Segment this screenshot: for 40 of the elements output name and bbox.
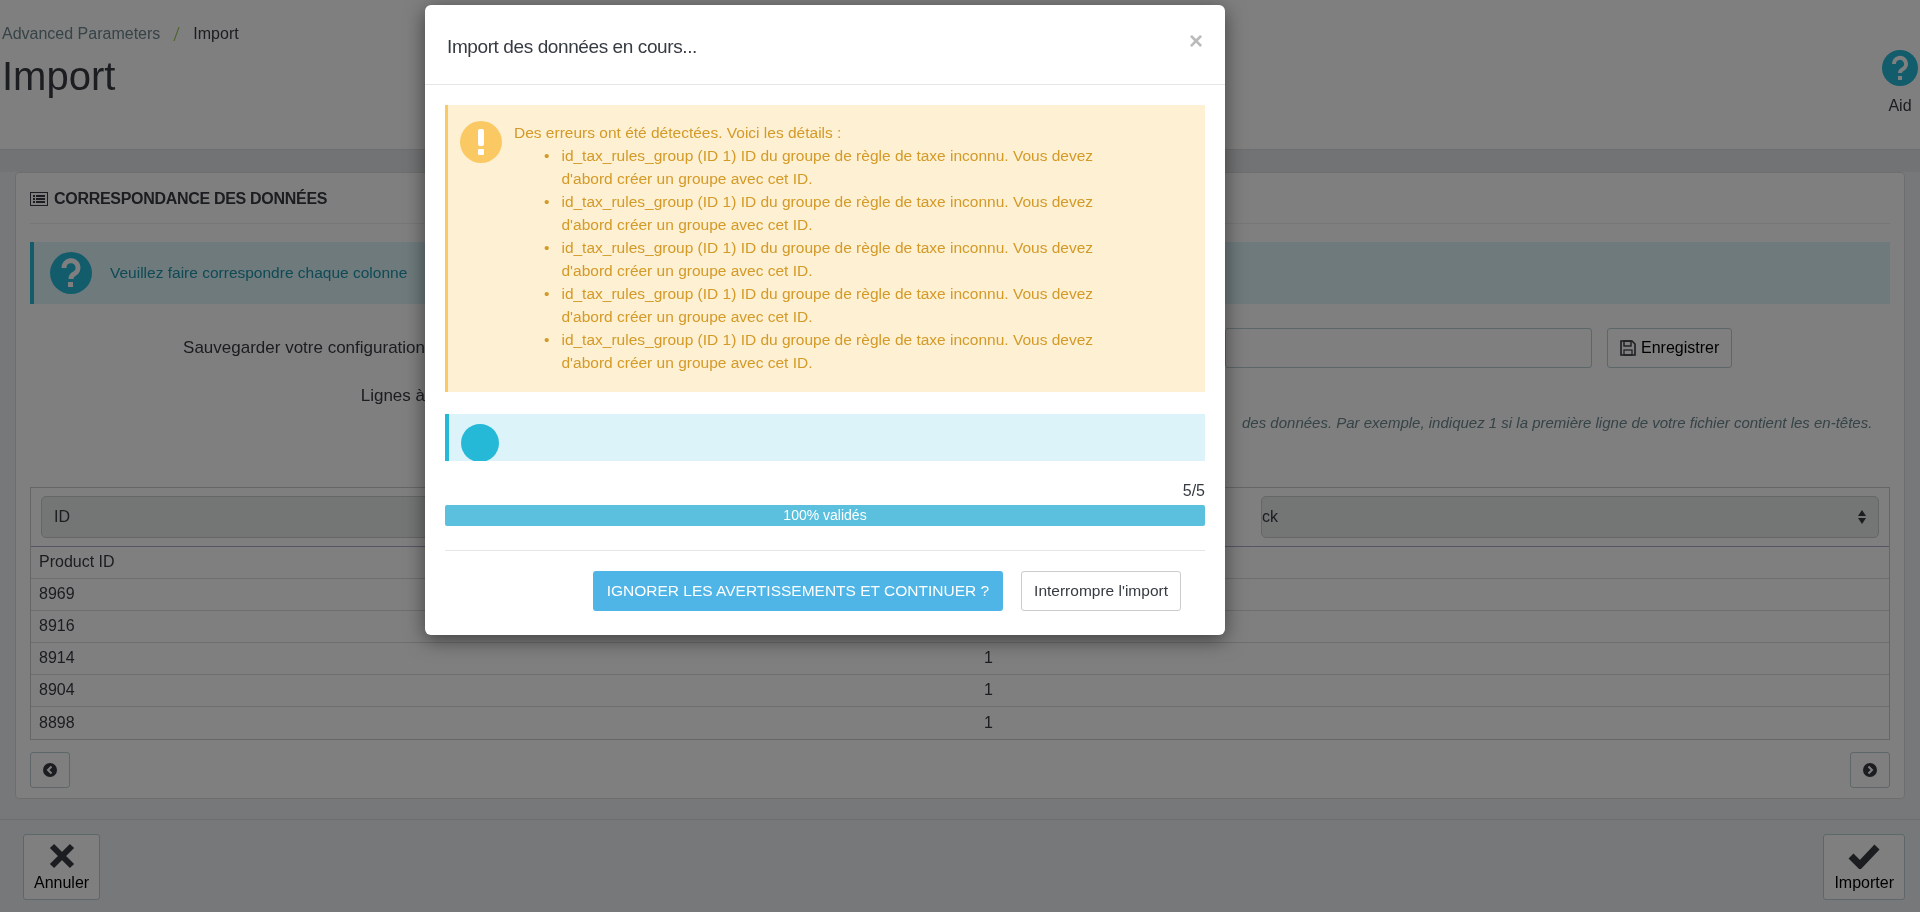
error-item: id_tax_rules_group (ID 1) ID du groupe de règle de taxe inconnu. Vous devez d'abord créer un groupe avec cet ID. xyxy=(561,145,1095,189)
table-cell-text: 1 xyxy=(984,648,993,668)
error-item: id_tax_rules_group (ID 1) ID du groupe de règle de taxe inconnu. Vous devez d'abord créer un groupe avec cet ID. xyxy=(561,329,1095,373)
import-button[interactable]: Importer xyxy=(1823,833,1905,900)
bullet: • xyxy=(544,329,550,350)
bullet: • xyxy=(544,237,550,258)
table-cell-text: 8969 xyxy=(39,584,75,604)
table-cell-text: 1 xyxy=(984,712,993,733)
table-cell-text: 1 xyxy=(984,680,993,700)
panel-title: CORRESPONDANCE DES DONNÉES xyxy=(54,188,328,209)
table-cell-text: 8904 xyxy=(39,680,75,700)
select-value: ck xyxy=(1262,506,1278,527)
table-cell-text: 8898 xyxy=(39,712,75,733)
info-text: Veuillez faire correspondre chaque colonne xyxy=(110,263,408,284)
ignore-warnings-button[interactable]: IGNORER LES AVERTISSEMENTS ET CONTINUER ? xyxy=(592,570,1004,611)
bullet: • xyxy=(544,191,550,212)
field-label: Lignes à xyxy=(359,385,426,408)
field-label: Sauvegarder votre configuration xyxy=(182,337,426,360)
help-button[interactable]: Aid xyxy=(1888,94,1912,118)
modal-title: Import des données en cours... xyxy=(447,35,697,59)
breadcrumb-current: Import xyxy=(193,24,239,44)
page-title: Import xyxy=(2,54,116,98)
help-text: des données. Par exemple, indiquez 1 si la première ligne de votre fichier contient les en-têtes. xyxy=(1242,413,1874,433)
save-button[interactable]: Enregistrer xyxy=(1607,328,1733,368)
bullet: • xyxy=(544,145,550,166)
table-cell-text: Product ID xyxy=(39,552,115,572)
table-cell-text: 8916 xyxy=(39,616,75,636)
progress-count: 5/5 xyxy=(1181,480,1205,501)
cancel-button[interactable]: Annuler xyxy=(23,833,101,900)
abort-import-button[interactable]: Interrompre l'import xyxy=(1021,570,1181,611)
progress-fill: 100% validés xyxy=(445,504,1205,526)
column-select[interactable]: ck xyxy=(1261,495,1879,538)
select-value: ID xyxy=(54,506,70,527)
error-item: id_tax_rules_group (ID 1) ID du groupe de règle de taxe inconnu. Vous devez d'abord créer un groupe avec cet ID. xyxy=(561,237,1095,281)
bullet: • xyxy=(544,283,550,304)
error-item: id_tax_rules_group (ID 1) ID du groupe de règle de taxe inconnu. Vous devez d'abord créer un groupe avec cet ID. xyxy=(561,191,1095,235)
warning-text: Des erreurs ont été détectées. Voici les détails : xyxy=(514,122,843,143)
error-item: id_tax_rules_group (ID 1) ID du groupe de règle de taxe inconnu. Vous devez d'abord créer un groupe avec cet ID. xyxy=(561,283,1095,327)
breadcrumb-link[interactable]: Advanced Parameters xyxy=(2,22,161,46)
table-cell-text: 8914 xyxy=(39,648,75,668)
